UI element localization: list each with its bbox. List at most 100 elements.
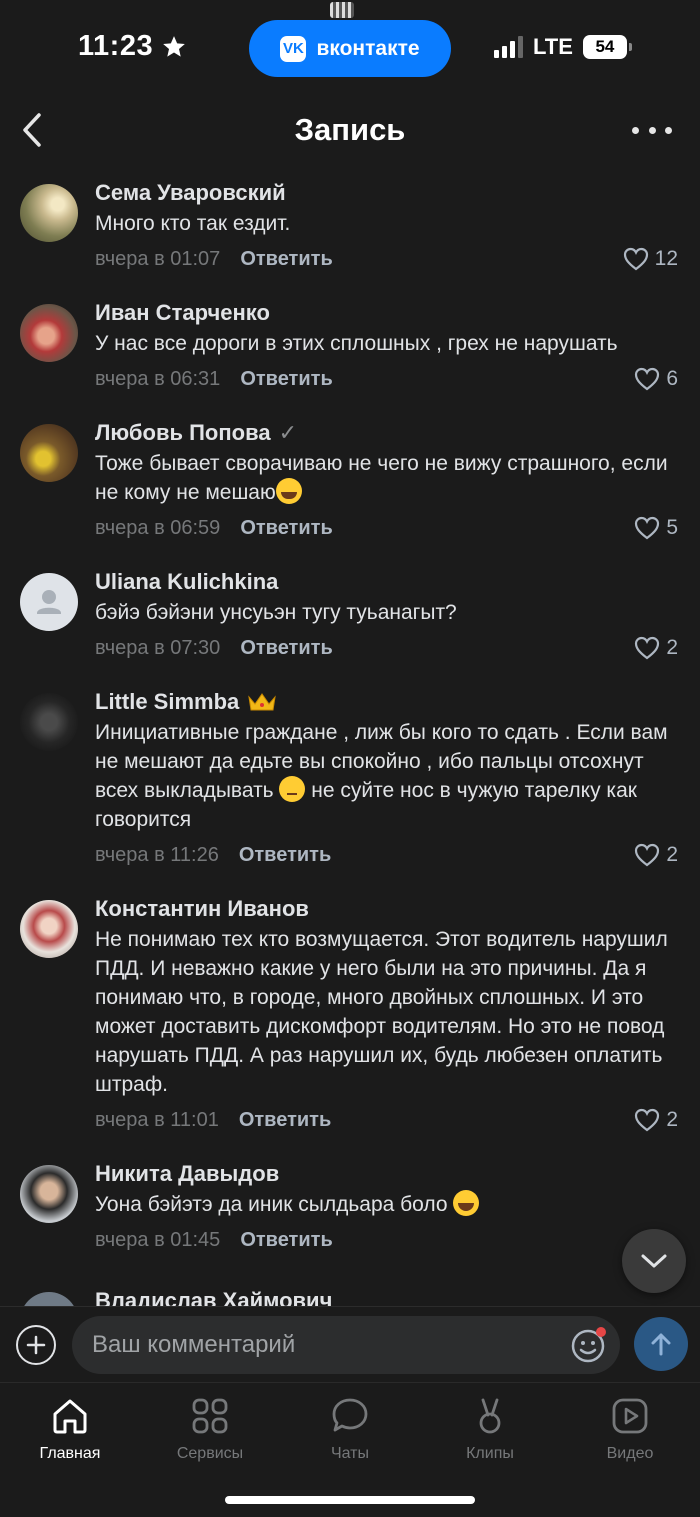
comment: Сема Уваровский Много кто так ездит. вче… [0,178,700,274]
app-pill-label: вконтакте [316,36,420,60]
battery-level: 54 [595,37,615,56]
comment-time: вчера в 11:01 [95,1108,219,1131]
home-indicator[interactable] [225,1496,475,1504]
tab-home[interactable]: Главная [10,1395,130,1463]
comment-author[interactable]: Иван Старченко [95,298,678,328]
scroll-down-button[interactable] [622,1229,686,1293]
comment-input[interactable] [92,1316,552,1374]
avatar[interactable] [20,900,78,958]
comment-author[interactable]: Никита Давыдов [95,1159,678,1189]
comment: Uliana Kulichkina бэйэ бэйэни унсуьэн ту… [0,567,700,663]
avatar[interactable] [20,1292,78,1306]
comment: Иван Старченко У нас все дороги в этих с… [0,298,700,394]
reply-button[interactable]: Ответить [240,1229,332,1252]
chevron-down-icon [641,1254,667,1268]
arrow-up-icon [651,1333,671,1356]
network-type: LTE [533,34,573,59]
reply-button[interactable]: Ответить [240,368,332,391]
tab-label: Главная [39,1445,101,1462]
default-user-icon [37,590,61,614]
status-time: 11:23 [78,30,187,63]
avatar[interactable] [20,573,78,631]
tears-of-joy-emoji-icon [453,1190,480,1216]
privacy-indicator-icon [330,2,354,18]
comment-input-wrapper [72,1316,620,1374]
header: Запись [0,96,700,166]
comment: Любовь Попова ✓ Тоже бывает сворачиваю не… [0,418,700,543]
heart-icon [635,1108,660,1132]
comment-meta: вчера в 07:30 Ответить 2 [95,633,678,663]
like-button[interactable]: 2 [634,843,678,867]
more-options-icon[interactable] [632,116,672,144]
comment-author[interactable]: Владислав Хаймович [95,1288,332,1306]
services-icon [192,1398,228,1434]
battery-icon: 54 [582,35,632,59]
clock: 11:23 [78,30,154,62]
tab-chats[interactable]: Чаты [290,1395,410,1463]
like-button[interactable]: 12 [623,247,678,271]
tab-services[interactable]: Сервисы [150,1395,270,1463]
avatar[interactable] [20,184,78,242]
comment-time: вчера в 01:07 [95,247,221,270]
comment-author[interactable]: Uliana Kulichkina [95,567,678,597]
avatar[interactable] [20,693,78,751]
comment-text: бэйэ бэйэни унсуьэн тугу туьанагыт? [95,601,457,624]
comment-composer [0,1306,700,1382]
like-button[interactable]: 2 [634,1108,678,1132]
comment-text: Инициативные граждане , лиж бы кого то с… [95,721,668,831]
comment-author[interactable]: Любовь Попова ✓ [95,418,678,448]
sweat-smile-emoji-icon [275,478,302,504]
comment-meta: вчера в 11:01 Ответить 2 [95,1105,678,1135]
comment-meta: вчера в 01:07 Ответить 12 [95,244,678,274]
comment-text: Тоже бывает сворачиваю не чего не вижу с… [95,452,668,504]
like-button[interactable]: 6 [634,367,678,391]
crown-icon [248,693,277,711]
chat-icon [332,1398,368,1432]
comments-list: Сема Уваровский Много кто так ездит. вче… [0,178,700,1306]
comment-meta: вчера в 01:45 Ответить [95,1225,678,1255]
status-indicators: LTE 54 [494,34,632,60]
comment-author[interactable]: Сема Уваровский [95,178,678,208]
avatar[interactable] [20,1165,78,1223]
emoji-sticker-icon[interactable] [570,1326,608,1364]
attach-button[interactable] [16,1325,56,1365]
comment-author[interactable]: Константин Иванов [95,894,678,924]
tab-label: Чаты [330,1445,370,1462]
tab-clips[interactable]: Клипы [430,1395,550,1463]
signal-icon [494,36,523,58]
comment-meta: вчера в 06:59 Ответить 5 [95,513,678,543]
like-count: 2 [666,1108,678,1131]
like-button[interactable]: 2 [634,636,678,660]
like-count: 5 [666,516,678,539]
comment-text: Уона бэйэтэ да иник сылдьара боло [95,1190,678,1219]
reply-button[interactable]: Ответить [240,248,332,271]
comment-time: вчера в 07:30 [95,636,221,659]
send-button[interactable] [634,1317,688,1371]
like-count: 2 [666,636,678,659]
tab-label: Сервисы [176,1445,244,1462]
heart-icon [635,843,660,867]
page-title: Запись [294,112,406,147]
reply-button[interactable]: Ответить [239,844,331,867]
tab-video[interactable]: Видео [570,1395,690,1463]
reply-button[interactable]: Ответить [240,637,332,660]
home-icon [53,1399,87,1434]
comment: Константин Иванов Не понимаю тех кто воз… [0,894,700,1135]
reply-button[interactable]: Ответить [240,517,332,540]
like-count: 2 [666,843,678,866]
reply-button[interactable]: Ответить [239,1109,331,1132]
raised-eyebrow-emoji-icon [279,776,306,802]
avatar[interactable] [20,424,78,482]
clips-icon [479,1398,501,1434]
comment-author[interactable]: Little Simmba [95,687,678,717]
heart-icon [635,636,660,660]
like-count: 6 [666,367,678,390]
heart-icon [623,247,648,271]
comment-time: вчера в 06:59 [95,516,221,539]
avatar[interactable] [20,304,78,362]
comment-time: вчера в 06:31 [95,367,221,390]
like-button[interactable]: 5 [634,516,678,540]
comment-text: Не понимаю тех кто возмущается. Этот вод… [95,928,668,1096]
vk-app-pill[interactable]: VK вконтакте [249,20,451,77]
comment-text: Много кто так ездит. [95,212,291,235]
